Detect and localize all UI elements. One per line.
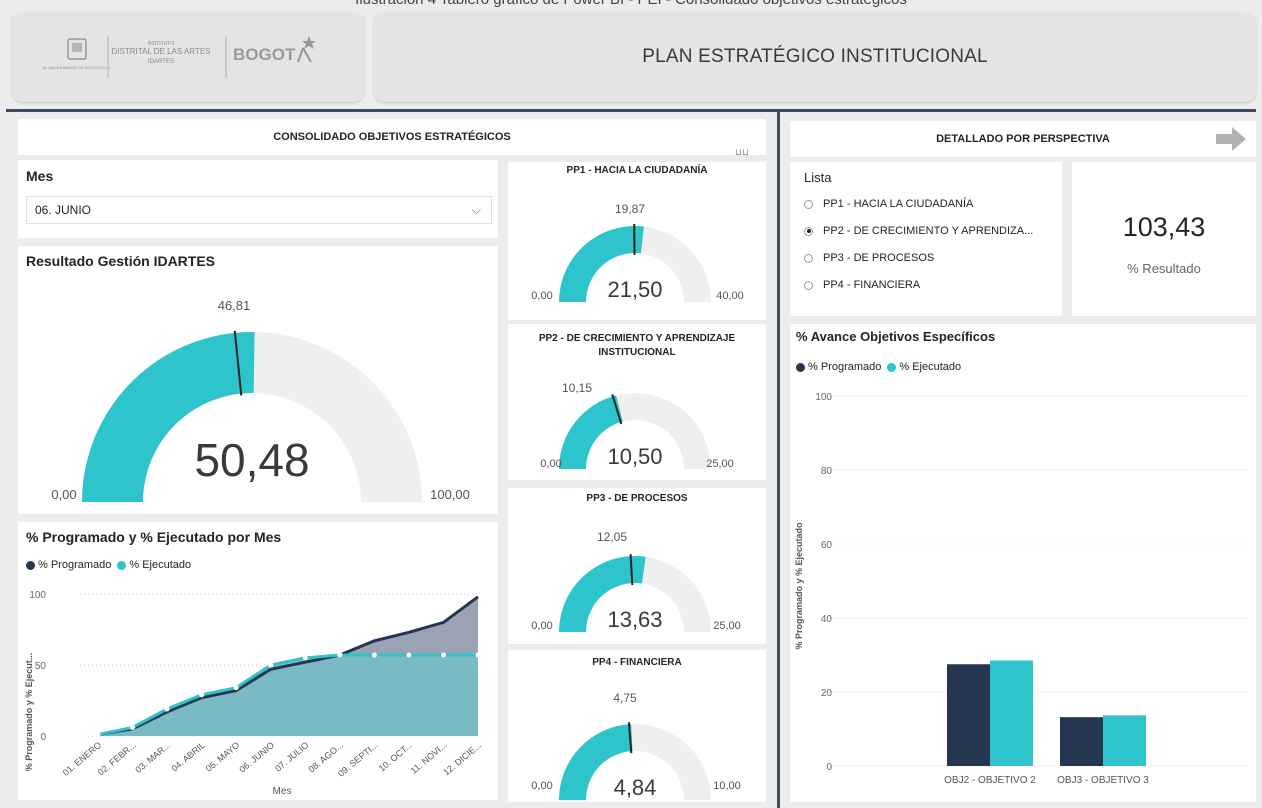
lista-item[interactable]: PP3 - DE PROCESOS — [804, 252, 934, 264]
gauge-title-pp2: PP2 - DE CRECIMIENTO Y APRENDIZAJE INSTI… — [538, 333, 736, 358]
x-tick: 05. MAYO — [204, 740, 242, 774]
city-shield-icon — [67, 38, 87, 60]
data-point — [475, 652, 481, 658]
bar-programado[interactable] — [1060, 717, 1103, 766]
x-tick: 06. JUNIO — [237, 740, 276, 775]
lista-item-label: PP2 - DE CRECIMIENTO Y APRENDIZA... — [823, 225, 1034, 237]
monthly-y-label: % Programado y % Ejecut... — [24, 653, 34, 772]
x-tick: OBJ3 - OBJETIVO 3 — [1057, 775, 1149, 786]
x-tick: 07. JULIO — [273, 740, 310, 774]
bar-ejecutado[interactable] — [990, 660, 1033, 766]
gauge-card-pp1 — [508, 162, 766, 320]
panel-divider — [777, 112, 780, 808]
data-point — [406, 652, 412, 658]
y-tick: 40 — [821, 614, 833, 625]
y-tick: 80 — [821, 466, 833, 477]
lista-item[interactable]: PP2 - DE CRECIMIENTO Y APRENDIZA... — [804, 225, 1033, 237]
x-tick: 12. DICIE... — [441, 740, 483, 778]
mes-value: 06. JUNIO — [35, 203, 92, 217]
kpi-value: 103,43 — [1122, 212, 1206, 242]
mes-dropdown[interactable]: 06. JUNIO ⌵ — [26, 196, 492, 224]
x-tick: OBJ2 - OBJETIVO 2 — [944, 775, 1036, 786]
gauge-title-pp1: PP1 - HACIA LA CIUDADANÍA — [566, 165, 708, 176]
data-point — [371, 652, 377, 658]
data-point — [337, 652, 343, 658]
main-gauge-max: 100,00 — [430, 487, 470, 502]
lista-item-label: PP1 - HACIA LA CIUDADANÍA — [823, 198, 974, 210]
y-tick: 100 — [815, 392, 832, 403]
logo-idartes: IDARTES — [148, 59, 174, 65]
avance-y-label: % Programado y % Ejecutado — [794, 522, 804, 650]
logo-distrital: DISTRITAL DE LAS ARTES — [112, 47, 211, 56]
gauge-card-pp4 — [508, 650, 766, 802]
avance-bar-chart: % Programado y % Ejecutado 100 80 60 40 20 0 O… — [794, 392, 1250, 786]
lista-label: Lista — [804, 170, 832, 185]
logo-bogota: BOGOT — [233, 45, 296, 64]
x-tick: 04. ABRIL — [169, 740, 206, 774]
lista-item-label: PP3 - DE PROCESOS — [823, 252, 935, 264]
y-tick: 50 — [35, 661, 47, 672]
data-point — [199, 692, 205, 698]
radio-selected[interactable] — [804, 226, 813, 236]
monthly-x-label: Mes — [273, 786, 292, 797]
bar-programado[interactable] — [947, 664, 990, 766]
y-tick: 20 — [821, 688, 833, 699]
kpi-label: % Resultado — [1127, 261, 1201, 276]
main-gauge-value: 50,48 — [194, 434, 309, 486]
chevron-down-icon[interactable]: ⌵ — [472, 203, 481, 218]
data-point — [440, 652, 446, 658]
main-gauge: 50,48 46,81 0,00 100,00 — [51, 298, 470, 502]
monthly-area-chart: % Programado y % Ejecut... Mes 10050001.… — [24, 590, 483, 797]
x-tick: 02. FEBR... — [96, 740, 138, 778]
data-point — [164, 706, 170, 712]
main-gauge-min: 0,00 — [51, 487, 76, 502]
figure-caption: Ilustración 4 Tablero gráfico de Power B… — [0, 0, 1262, 8]
bar-ejecutado[interactable] — [1103, 715, 1146, 766]
x-tick: 03. MAR... — [133, 740, 172, 775]
gauge-card-pp3 — [508, 488, 766, 644]
header-divider — [6, 109, 1256, 112]
logo-card: ALCALDÍA MAYOR DE BOGOTÁ D.C. INSTITUTO … — [12, 12, 364, 102]
data-point — [95, 732, 101, 738]
dashboard: Ilustración 4 Tablero gráfico de Power B… — [0, 0, 1262, 808]
data-point — [268, 662, 274, 668]
main-gauge-target-label: 46,81 — [218, 298, 251, 313]
detallado-title: DETALLADO POR PERSPECTIVA — [790, 121, 1256, 157]
lista-card — [790, 162, 1062, 316]
radio-unselected[interactable] — [804, 280, 813, 290]
consolidado-title: CONSOLIDADO OBJETIVOS ESTRATÉGICOS — [18, 119, 766, 155]
lista-item[interactable]: PP1 - HACIA LA CIUDADANÍA — [804, 198, 973, 210]
y-tick: 60 — [821, 540, 833, 551]
radio-unselected[interactable] — [804, 253, 813, 263]
data-point — [233, 685, 239, 691]
y-tick: 100 — [29, 590, 46, 601]
logo-alcaldia: ALCALDÍA MAYOR DE BOGOTÁ D.C. — [43, 65, 112, 70]
data-point — [130, 724, 136, 730]
focus-mode-icon[interactable]: ⊔⊔ — [735, 147, 749, 158]
page-title: PLAN ESTRATÉGICO INSTITUCIONAL — [374, 12, 1256, 102]
y-tick: 0 — [826, 762, 832, 773]
lista-item[interactable]: PP4 - FINANCIERA — [804, 279, 920, 291]
data-point — [302, 655, 308, 661]
idartes-logo: ALCALDÍA MAYOR DE BOGOTÁ D.C. INSTITUTO … — [43, 36, 316, 78]
y-tick: 0 — [40, 732, 46, 743]
lista-item-label: PP4 - FINANCIERA — [823, 279, 921, 291]
gauge-title-pp4: PP4 - FINANCIERA — [592, 657, 682, 668]
gauge-title-pp3: PP3 - DE PROCESOS — [586, 493, 688, 504]
radio-unselected[interactable] — [804, 199, 813, 209]
bogota-star-icon — [297, 36, 316, 63]
mes-label: Mes — [26, 168, 54, 184]
arrow-right-icon[interactable] — [1214, 124, 1248, 154]
